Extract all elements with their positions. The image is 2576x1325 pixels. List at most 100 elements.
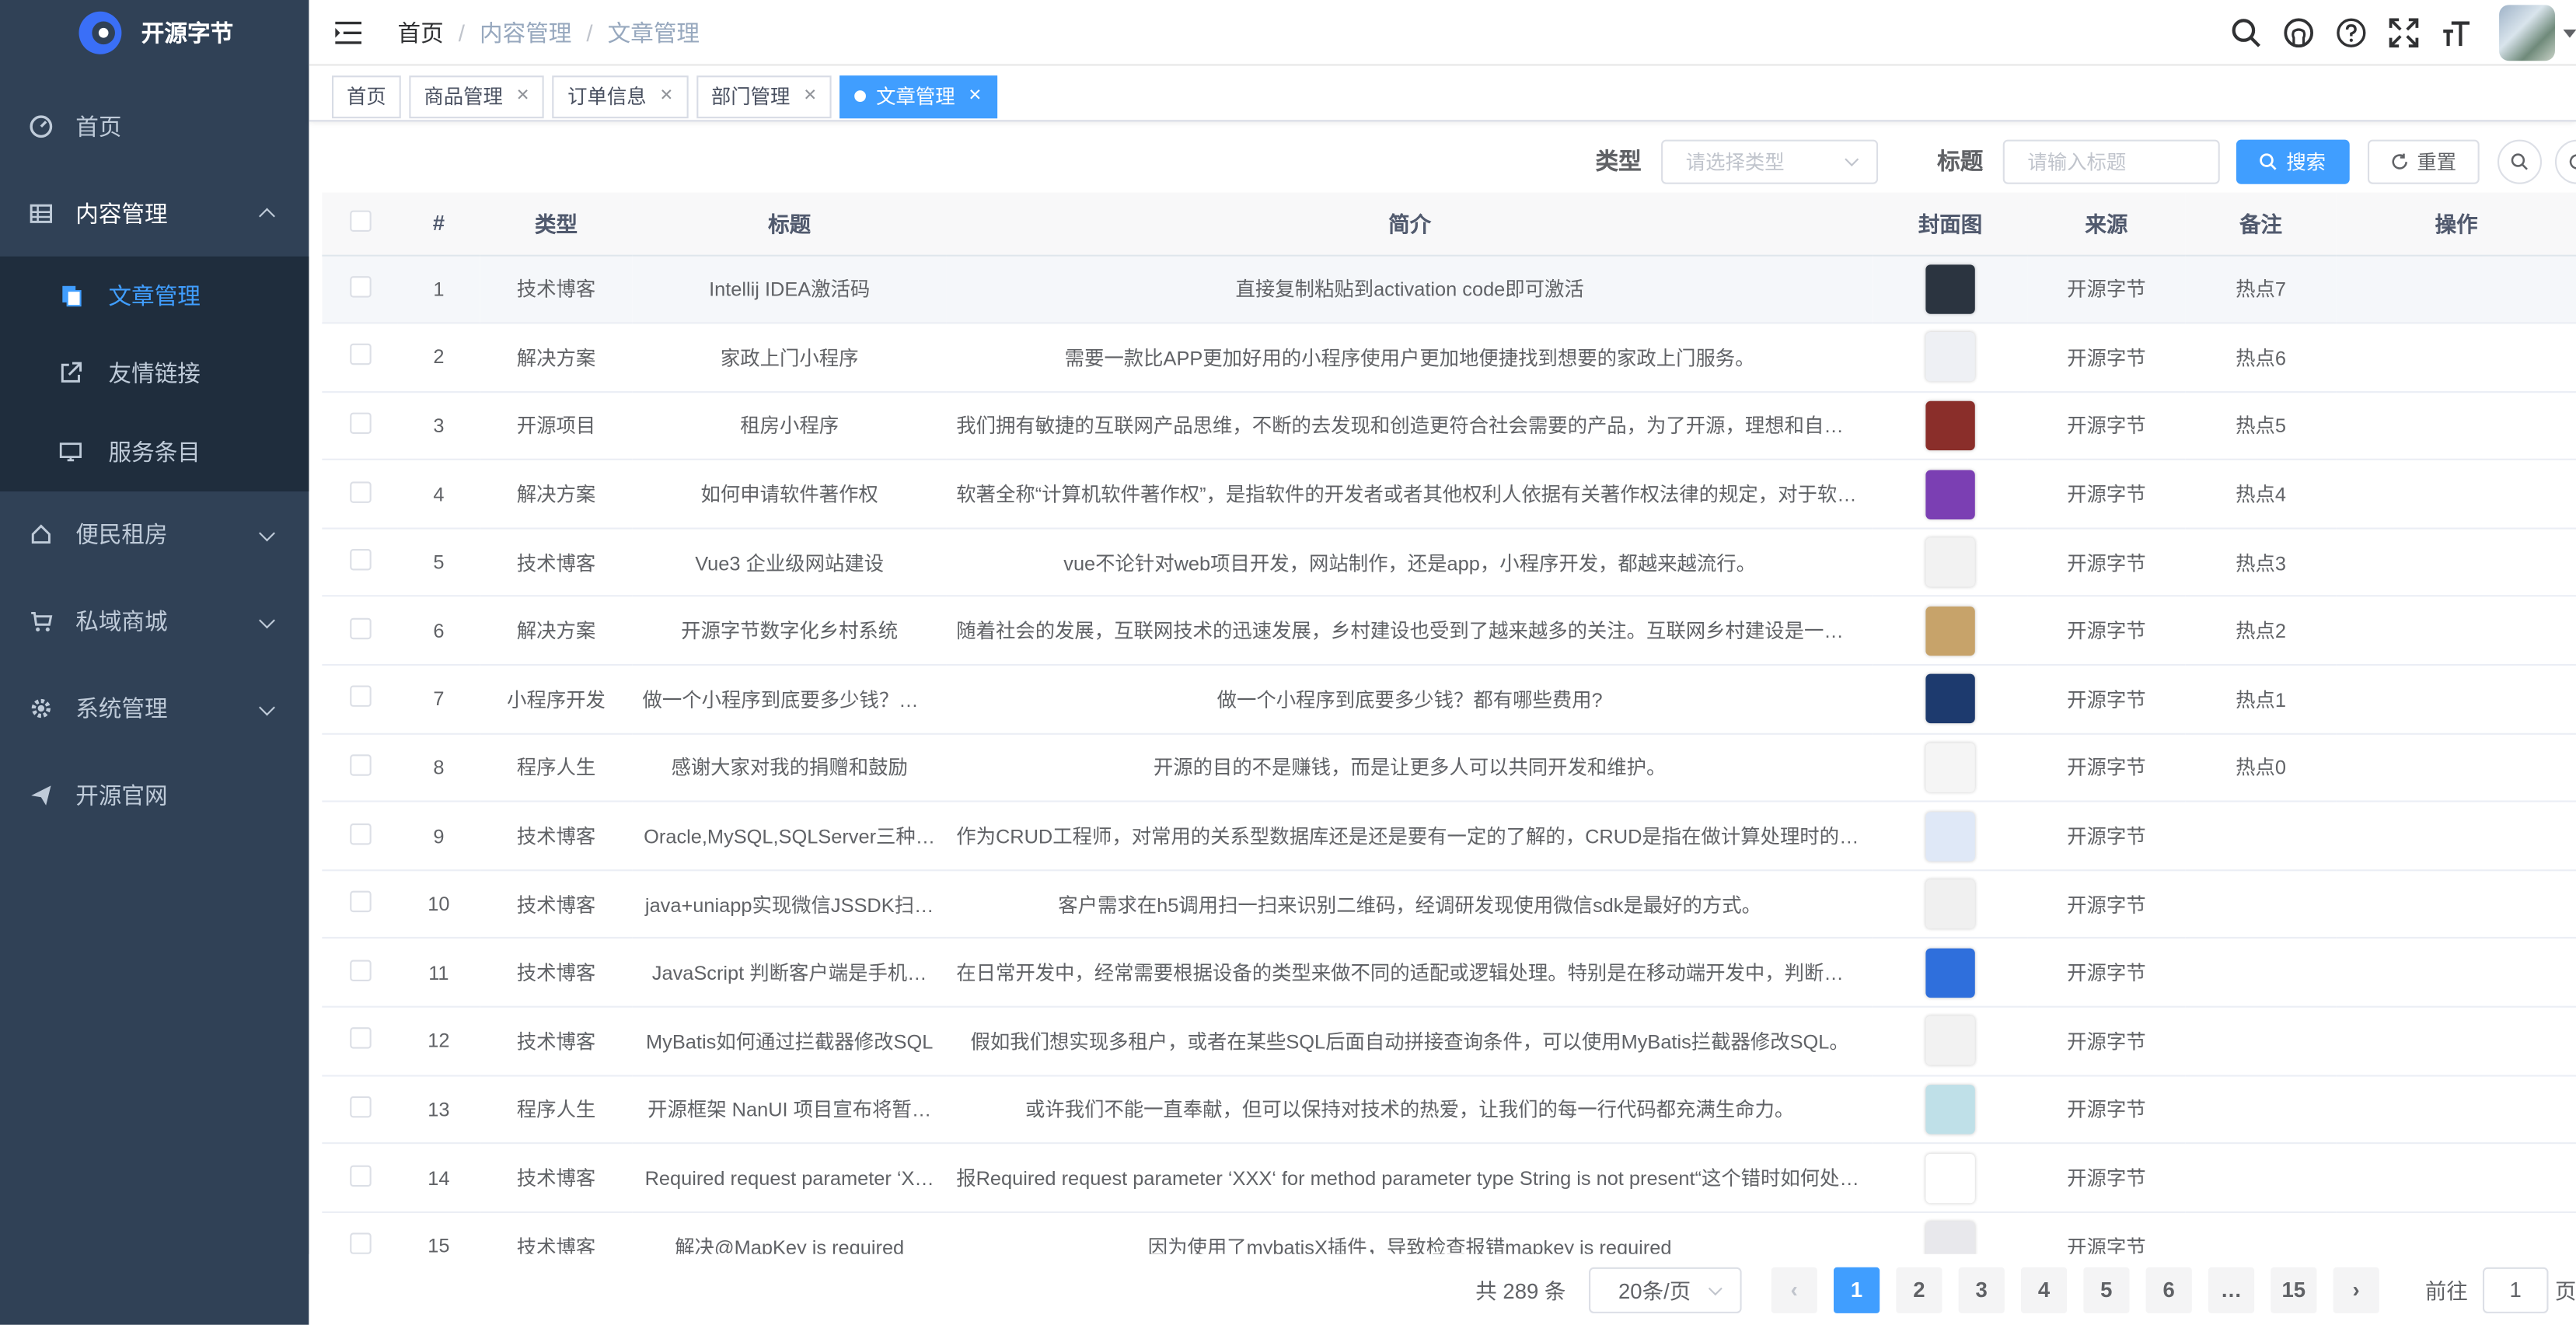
tag-orders[interactable]: 订单信息 ✕: [553, 75, 689, 118]
tag-home[interactable]: 首页: [331, 75, 401, 118]
cover-thumbnail[interactable]: [1925, 606, 1975, 656]
caret-down-icon[interactable]: [2563, 28, 2576, 37]
page-button[interactable]: 1: [1833, 1266, 1880, 1313]
search-icon[interactable]: [2229, 16, 2262, 49]
reset-button[interactable]: 重置: [2367, 138, 2480, 184]
row-checkbox[interactable]: [349, 686, 371, 708]
cover-thumbnail[interactable]: [1925, 811, 1975, 861]
toggle-search-button[interactable]: [2497, 138, 2543, 184]
table-row[interactable]: 15 技术博客 解决@MapKey is required 因为使用了mybatisX…: [322, 1211, 2576, 1254]
sidebar-item-home[interactable]: 首页: [0, 82, 309, 170]
breadcrumb-item[interactable]: 内容管理: [480, 19, 571, 45]
cover-thumbnail[interactable]: [1925, 948, 1975, 998]
cell-cover: [1873, 938, 2028, 1008]
table-row[interactable]: 6 解决方案 开源字节数字化乡村系统 随着社会的发展，互联网技术的迅速发展，乡村建设也…: [322, 596, 2576, 666]
cell-actions: [2336, 254, 2576, 324]
hamburger-icon[interactable]: [335, 20, 362, 44]
refresh-table-button[interactable]: [2554, 138, 2576, 184]
goto-suffix: 页: [2554, 1278, 2576, 1304]
cover-thumbnail[interactable]: [1925, 400, 1975, 451]
cover-thumbnail[interactable]: [1925, 1084, 1975, 1134]
cell-intro: 因为使用了mybatisX插件，导致检查报错mapkey is required: [946, 1211, 1873, 1254]
sidebar-item-services[interactable]: 服务条目: [0, 413, 309, 491]
close-icon[interactable]: ✕: [803, 87, 817, 105]
type-select[interactable]: 请选择类型: [1661, 138, 1879, 184]
row-checkbox[interactable]: [349, 549, 371, 571]
row-checkbox[interactable]: [349, 275, 371, 298]
row-checkbox[interactable]: [349, 1164, 371, 1187]
cover-thumbnail[interactable]: [1925, 332, 1975, 383]
table-row[interactable]: 8 程序人生 感谢大家对我的捐赠和鼓励 开源的目的不是赚钱，而是让更多人可以共同开发和…: [322, 733, 2576, 803]
close-icon[interactable]: ✕: [516, 87, 530, 105]
table-row[interactable]: 14 技术博客 Required request parameter ‘X… 报Req…: [322, 1143, 2576, 1213]
table-row[interactable]: 10 技术博客 java+uniapp实现微信JSSDK扫… 客户需求在h5调用扫一扫…: [322, 869, 2576, 939]
table-row[interactable]: 4 解决方案 如何申请软件著作权 软著全称“计算机软件著作权”，是指软件的开发者或者其…: [322, 460, 2576, 530]
table-row[interactable]: 5 技术博客 Vue3 企业级网站建设 vue不论针对web项目开发，网站制作，还是a…: [322, 528, 2576, 598]
tag-goods[interactable]: 商品管理 ✕: [409, 75, 545, 118]
row-checkbox[interactable]: [349, 754, 371, 776]
cell-index: 10: [397, 869, 480, 939]
row-checkbox[interactable]: [349, 823, 371, 844]
sidebar-item-shop[interactable]: 私域商城: [0, 578, 309, 665]
tag-dept[interactable]: 部门管理 ✕: [696, 75, 832, 118]
cover-thumbnail[interactable]: [1925, 469, 1975, 519]
sidebar-item-website[interactable]: 开源官网: [0, 752, 309, 839]
table-row[interactable]: 7 小程序开发 做一个小程序到底要多少钱？都… 做一个小程序到底要多少钱？都有哪些费用…: [322, 665, 2576, 735]
cover-thumbnail[interactable]: [1925, 1221, 1975, 1254]
cover-thumbnail[interactable]: [1925, 674, 1975, 724]
row-checkbox[interactable]: [349, 412, 371, 435]
page-button[interactable]: 6: [2145, 1266, 2192, 1313]
row-checkbox[interactable]: [349, 617, 371, 639]
cell-cover: [1873, 1006, 2028, 1076]
page-size-select[interactable]: 20条/页: [1588, 1266, 1742, 1313]
close-icon[interactable]: ✕: [660, 87, 674, 105]
page-button[interactable]: 2: [1896, 1266, 1942, 1313]
row-checkbox[interactable]: [349, 1027, 371, 1050]
sidebar-item-system[interactable]: 系统管理: [0, 665, 309, 752]
table-row[interactable]: 2 解决方案 家政上门小程序 需要一款比APP更加好用的小程序使用户更加地便捷找到想要…: [322, 323, 2576, 393]
row-checkbox[interactable]: [349, 1232, 371, 1254]
app-logo[interactable]: 开源字节: [0, 0, 309, 66]
fullscreen-icon[interactable]: [2387, 16, 2420, 49]
sidebar-item-rental[interactable]: 便民租房: [0, 491, 309, 578]
sidebar-item-content[interactable]: 内容管理: [0, 170, 309, 257]
goto-page-input[interactable]: 1: [2482, 1266, 2549, 1313]
row-checkbox[interactable]: [349, 1096, 371, 1118]
table-row[interactable]: 13 程序人生 开源框架 NanUI 项目宣布将暂… 或许我们不能一直奉献，但可以保持…: [322, 1075, 2576, 1145]
breadcrumb-item[interactable]: 首页: [398, 19, 444, 45]
page-button[interactable]: 4: [2020, 1266, 2068, 1313]
cover-thumbnail[interactable]: [1925, 879, 1975, 929]
table-row[interactable]: 1 技术博客 Intellij IDEA激活码 直接复制粘贴到activation c…: [322, 254, 2576, 324]
github-icon[interactable]: [2282, 16, 2315, 49]
help-icon[interactable]: [2335, 16, 2368, 49]
sidebar-item-articles[interactable]: 文章管理: [0, 257, 309, 334]
page-button[interactable]: 3: [1958, 1266, 2005, 1313]
page-button[interactable]: 5: [2083, 1266, 2130, 1313]
title-input[interactable]: 请输入标题: [2002, 138, 2220, 184]
cover-thumbnail[interactable]: [1925, 1152, 1975, 1203]
sidebar-item-links[interactable]: 友情链接: [0, 334, 309, 412]
row-checkbox[interactable]: [349, 959, 371, 981]
more-pages-button[interactable]: …: [2208, 1266, 2255, 1313]
prev-page-button[interactable]: ‹: [1771, 1266, 1817, 1313]
cover-thumbnail[interactable]: [1925, 1016, 1975, 1066]
cover-thumbnail[interactable]: [1925, 537, 1975, 587]
table-row[interactable]: 9 技术博客 Oracle,MySQL,SQLServer三种… 作为CRUD工程师，…: [322, 802, 2576, 871]
cell-title: Intellij IDEA激活码: [632, 254, 947, 324]
search-button[interactable]: 搜索: [2236, 138, 2350, 184]
cover-thumbnail[interactable]: [1925, 743, 1975, 792]
table-row[interactable]: 12 技术博客 MyBatis如何通过拦截器修改SQL 假如我们想实现多租户，或者在某…: [322, 1006, 2576, 1076]
avatar[interactable]: [2499, 5, 2555, 61]
tag-articles[interactable]: 文章管理 ✕: [839, 75, 997, 118]
select-all-checkbox[interactable]: [349, 210, 371, 232]
font-size-icon[interactable]: [2440, 16, 2473, 49]
cover-thumbnail[interactable]: [1925, 264, 1975, 314]
row-checkbox[interactable]: [349, 890, 371, 913]
row-checkbox[interactable]: [349, 481, 371, 502]
close-icon[interactable]: ✕: [969, 87, 983, 105]
table-row[interactable]: 11 技术博客 JavaScript 判断客户端是手机… 在日常开发中，经常需要根据设…: [322, 938, 2576, 1008]
table-row[interactable]: 3 开源项目 租房小程序 我们拥有敏捷的互联网产品思维，不断的去发现和创造更符合社会需…: [322, 391, 2576, 461]
next-page-button[interactable]: ›: [2333, 1266, 2379, 1313]
row-checkbox[interactable]: [349, 344, 371, 366]
page-button[interactable]: 15: [2271, 1266, 2317, 1313]
